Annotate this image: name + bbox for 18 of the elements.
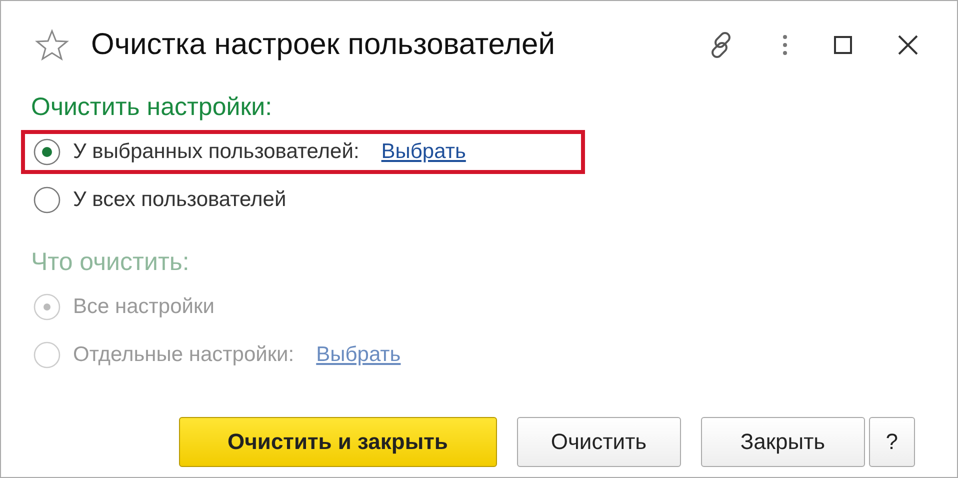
more-icon[interactable] xyxy=(781,33,789,57)
dialog-button[interactable]: Очистить xyxy=(516,417,681,467)
radio-label: У выбранных пользователей: xyxy=(73,140,360,164)
help-button[interactable]: ? xyxy=(868,417,915,467)
section-heading: Что очистить: xyxy=(31,248,190,277)
star-icon[interactable] xyxy=(35,29,69,61)
section-heading: Очистить настройки: xyxy=(31,93,274,122)
radio-label: Все настройки xyxy=(73,295,214,319)
window-title: Очистка настроек пользователей xyxy=(91,28,555,62)
maximize-icon[interactable] xyxy=(833,35,853,55)
radio-label: Отдельные настройки: xyxy=(73,343,294,367)
radio-button[interactable] xyxy=(33,186,61,214)
close-icon[interactable] xyxy=(897,34,919,56)
dialog-button[interactable]: Очистить и закрыть xyxy=(178,417,497,467)
select-link[interactable]: Выбрать xyxy=(381,140,466,164)
radio-button[interactable] xyxy=(33,138,61,166)
dialog-button[interactable]: Закрыть xyxy=(700,417,865,467)
radio-label: У всех пользователей xyxy=(73,188,286,212)
